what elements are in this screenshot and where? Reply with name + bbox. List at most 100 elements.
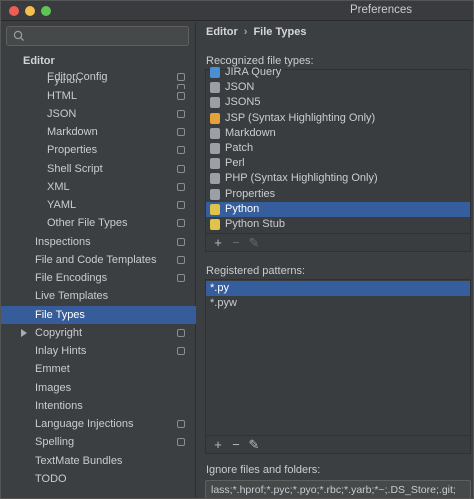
file-type-label: Patch [225,142,254,154]
file-type-jsp-syntax-highlighting-only[interactable]: JSP (Syntax Highlighting Only) [206,111,470,126]
sidebar-item-images[interactable]: Images [1,379,196,397]
file-type-icon [210,173,220,185]
settings-search-input[interactable] [6,26,189,46]
close-window-button[interactable] [9,6,19,16]
file-type-json[interactable]: JSON [206,80,470,95]
project-scope-icon [177,274,185,282]
sidebar-item-label: Intentions [35,399,83,412]
project-scope-icon [177,182,185,191]
edit-pattern-button[interactable]: ✎ [247,438,261,452]
add-pattern-button[interactable]: + [211,438,225,452]
file-type-label: JSP (Syntax Highlighting Only) [225,111,376,124]
file-type-label: Properties [225,187,276,200]
pattern-label: *.pyw [210,297,237,309]
sidebar-item-file-types[interactable]: File Types [1,305,196,324]
sidebar-item-inlay-hints[interactable]: Inlay Hints [1,342,196,360]
sidebar-item-label: Inspections [35,235,91,248]
ignore-files-value: lass;*.hprof;*.pyc;*.pyo;*.rbc;*.yarb;*~… [211,484,456,496]
registered-patterns-label: Registered patterns: [206,265,306,277]
project-scope-icon [177,438,185,447]
sidebar-item-json[interactable]: JSON [1,105,196,123]
sidebar-item-label: JSON [47,107,77,120]
breadcrumb: Editor › File Types [206,26,306,38]
file-type-json5[interactable]: JSON5 [206,95,470,110]
project-scope-icon [177,91,185,100]
sidebar-item-label: TextMate Bundles [35,454,123,467]
sidebar-item-yaml[interactable]: YAML [1,196,196,214]
file-type-label: Python Stub [225,218,285,230]
file-type-properties[interactable]: Properties [206,187,470,202]
window-title: Preferences [349,4,412,16]
pattern-item[interactable]: *.pyw [206,296,470,311]
sidebar-item-editorconfig[interactable]: EditorConfig [1,68,196,86]
file-types-toolbar: + − ✎ [206,233,470,251]
ignore-files-label: Ignore files and folders: [206,464,321,476]
ignore-files-input[interactable]: lass;*.hprof;*.pyc;*.pyo;*.rbc;*.yarb;*~… [205,480,471,498]
sidebar-item-xml[interactable]: XML [1,178,196,196]
sidebar-item-label: File Encodings [35,272,108,284]
project-scope-icon [177,164,185,173]
file-type-icon [210,188,220,200]
project-scope-icon [177,237,185,246]
file-type-python-stub[interactable]: Python Stub [206,217,470,232]
file-type-python[interactable]: Python [206,201,470,217]
file-type-label: Perl [225,157,245,170]
sidebar-item-emmet[interactable]: Emmet [1,360,196,378]
sidebar-item-label: Inlay Hints [35,345,87,357]
sidebar-header-editor: Editor [23,55,55,67]
sidebar-item-label: Other File Types [47,217,128,230]
sidebar-item-file-and-code-templates[interactable]: File and Code Templates [1,251,196,269]
project-scope-icon [177,219,185,228]
sidebar-item-todo[interactable]: TODO [1,470,196,488]
remove-file-type-button[interactable]: − [229,236,243,250]
sidebar-item-copyright[interactable]: Copyright [1,324,196,342]
registered-patterns-list[interactable]: *.py *.pyw + − ✎ [205,279,471,454]
sidebar-item-markdown[interactable]: Markdown [1,123,196,141]
sidebar-item-label: Spelling [35,436,75,449]
sidebar-item-other-file-types[interactable]: Other File Types [1,214,196,232]
file-type-icon [210,67,220,78]
sidebar-item-textmate-bundles[interactable]: TextMate Bundles [1,452,196,470]
sidebar-item-spelling[interactable]: Spelling [1,433,196,451]
file-type-icon [210,97,220,109]
file-type-markdown[interactable]: Markdown [206,126,470,141]
project-scope-icon [177,128,185,136]
sidebar-item-label: Markdown [47,126,98,138]
pattern-item[interactable]: *.py [206,281,470,296]
file-type-patch[interactable]: Patch [206,141,470,156]
add-file-type-button[interactable]: + [211,236,225,250]
sidebar-item-shell-script[interactable]: Shell Script [1,160,196,178]
sidebar-item-label: File Types [35,308,85,321]
sidebar-item-label: XML [47,180,70,193]
sidebar-item-label: Live Templates [35,290,109,303]
settings-sidebar: Python EditorConfig HTML JSON Markdown Proper… [1,22,196,498]
sidebar-item-file-encodings[interactable]: File Encodings [1,269,196,287]
minimize-window-button[interactable] [25,6,35,16]
file-type-icon [210,127,220,139]
project-scope-icon [177,73,185,82]
sidebar-item-language-injections[interactable]: Language Injections [1,415,196,433]
sidebar-item-label: Emmet [35,363,70,376]
sidebar-item-properties[interactable]: Properties [1,141,196,159]
sidebar-item-live-templates[interactable]: Live Templates [1,287,196,305]
expand-arrow-icon[interactable] [21,328,27,337]
breadcrumb-parent[interactable]: Editor [206,26,238,38]
sidebar-item-html[interactable]: HTML [1,87,196,105]
file-type-label: Markdown [225,126,276,139]
edit-file-type-button[interactable]: ✎ [247,236,261,250]
file-type-perl[interactable]: Perl [206,156,470,171]
sidebar-item-intentions[interactable]: Intentions [1,397,196,415]
zoom-window-button[interactable] [41,6,51,16]
sidebar-item-inspections[interactable]: Inspections [1,233,196,251]
remove-pattern-button[interactable]: − [229,438,243,452]
file-type-jira-query[interactable]: JIRA Query [206,65,470,80]
recognized-file-types-list[interactable]: JIRA Query JSON JSON5 JSP (Syntax Highlight… [205,66,471,252]
project-scope-icon [177,146,185,155]
file-type-php-syntax-highlighting-only[interactable]: PHP (Syntax Highlighting Only) [206,171,470,186]
project-scope-icon [177,201,185,209]
sidebar-item-label: YAML [47,199,77,211]
file-types-panel: Editor › File Types Recognized file types:… [197,22,473,498]
sidebar-item-label: Language Injections [35,418,134,430]
sidebar-item-label: TODO [35,472,67,485]
file-type-icon [210,82,220,94]
